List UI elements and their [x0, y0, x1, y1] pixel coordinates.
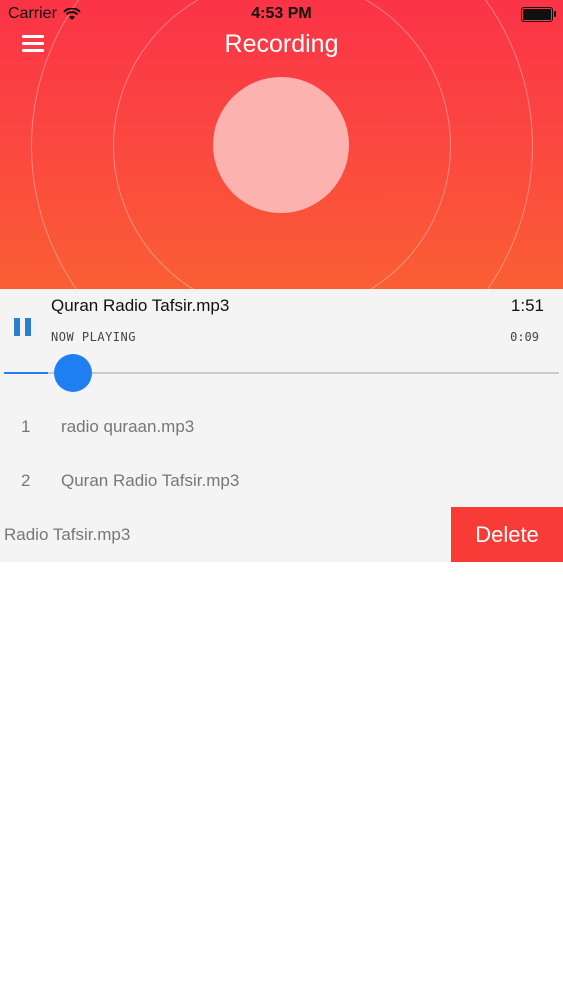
record-button[interactable] [213, 77, 349, 213]
elapsed-time: 0:09 [510, 330, 539, 344]
page-title: Recording [224, 30, 339, 58]
list-item[interactable]: 1 radio quraan.mp3 [0, 399, 563, 453]
pause-icon[interactable] [14, 318, 34, 338]
swiped-list-item[interactable]: Radio Tafsir.mp3 Delete [0, 507, 563, 562]
now-playing-label: NOW PLAYING [51, 330, 136, 344]
list-item-name: radio quraan.mp3 [61, 417, 195, 436]
progress-fill [4, 372, 49, 374]
playlist: 1 radio quraan.mp3 2 Quran Radio Tafsir.… [0, 399, 563, 562]
list-item-name: Quran Radio Tafsir.mp3 [61, 471, 240, 490]
status-time: 4:53 PM [251, 5, 312, 22]
track-title: Quran Radio Tafsir.mp3 [51, 296, 230, 315]
delete-button[interactable]: Delete [451, 507, 563, 562]
list-item-index: 1 [21, 417, 31, 436]
list-item[interactable]: 2 Quran Radio Tafsir.mp3 [0, 453, 563, 507]
track-duration: 1:51 [510, 296, 544, 315]
progress-slider[interactable] [4, 354, 559, 392]
list-item-index: 2 [21, 471, 31, 490]
battery-icon [521, 7, 556, 22]
recording-header: Carrier 4:53 PM Recording [0, 0, 563, 289]
status-bar: Carrier 4:53 PM [0, 0, 563, 30]
list-item-name: Radio Tafsir.mp3 [4, 525, 131, 544]
